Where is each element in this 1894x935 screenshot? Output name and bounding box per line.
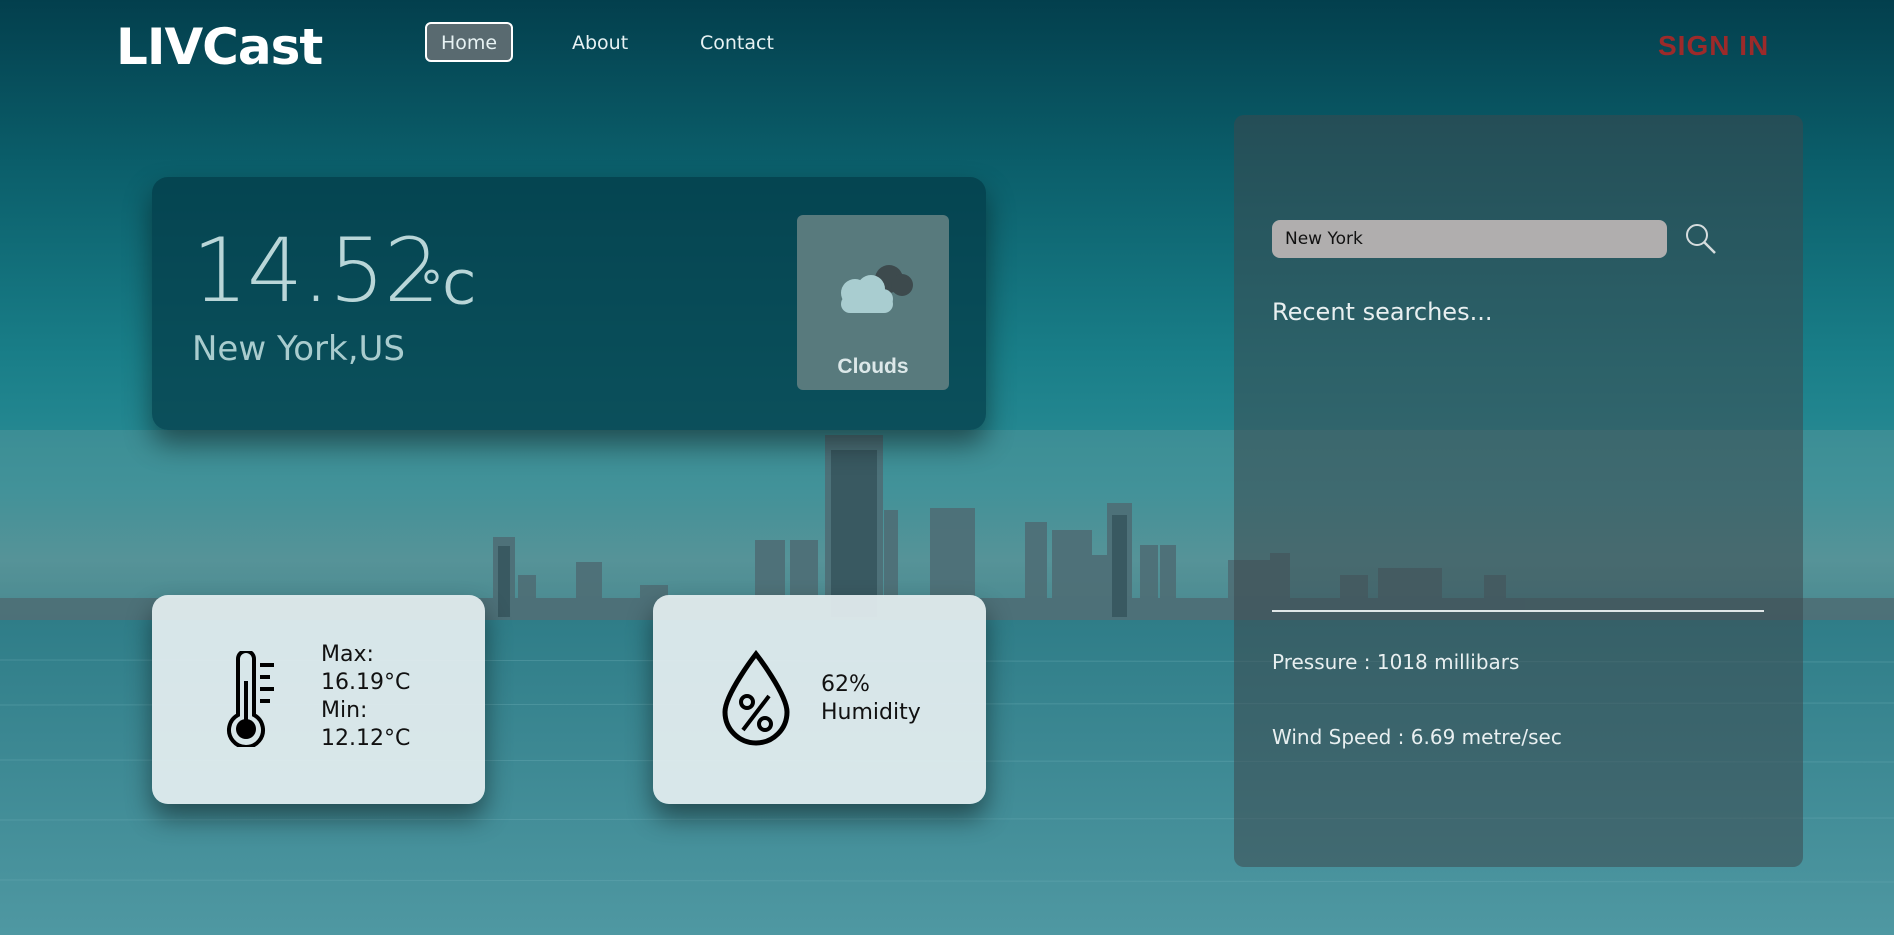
recent-searches-heading: Recent searches... [1272,298,1493,326]
humidity-drop-icon [722,650,790,746]
nav-contact-link[interactable]: Contact [684,22,790,62]
humidity-label: Humidity [821,700,921,725]
nav-home-link[interactable]: Home [425,22,514,62]
max-temperature-value: 16.19°C [321,670,411,695]
temperature-unit: °C [420,261,476,315]
wind-speed-reading: Wind Speed : 6.69 metre/sec [1272,725,1562,749]
humidity-value: 62% [821,672,870,697]
min-temperature-label: Min: [321,698,368,723]
max-temperature-label: Max: [321,642,374,667]
brand-logo[interactable]: LIVCast [116,18,323,76]
pressure-reading: Pressure : 1018 millibars [1272,650,1520,674]
panel-divider [1272,610,1764,612]
sign-in-link[interactable]: SIGN IN [1658,30,1769,62]
thermometer-icon [227,651,274,747]
weather-condition-box: Clouds [797,215,949,390]
min-max-temperature-card: Max: 16.19°C Min: 12.12°C [152,595,485,804]
cloud-icon [841,265,913,313]
city-name: New York,US [192,329,405,369]
nav-about-link[interactable]: About [556,22,644,62]
search-side-panel: Recent searches... Pressure : 1018 milli… [1234,115,1803,867]
temperature-value: 14.52 [192,219,440,322]
city-search-input[interactable] [1272,220,1667,258]
min-temperature-value: 12.12°C [321,726,411,751]
search-icon[interactable] [1684,222,1718,256]
current-weather-card: 14.52 °C New York,US Clouds [152,177,986,430]
weather-condition-label: Clouds [837,355,909,378]
humidity-card: 62% Humidity [653,595,986,804]
